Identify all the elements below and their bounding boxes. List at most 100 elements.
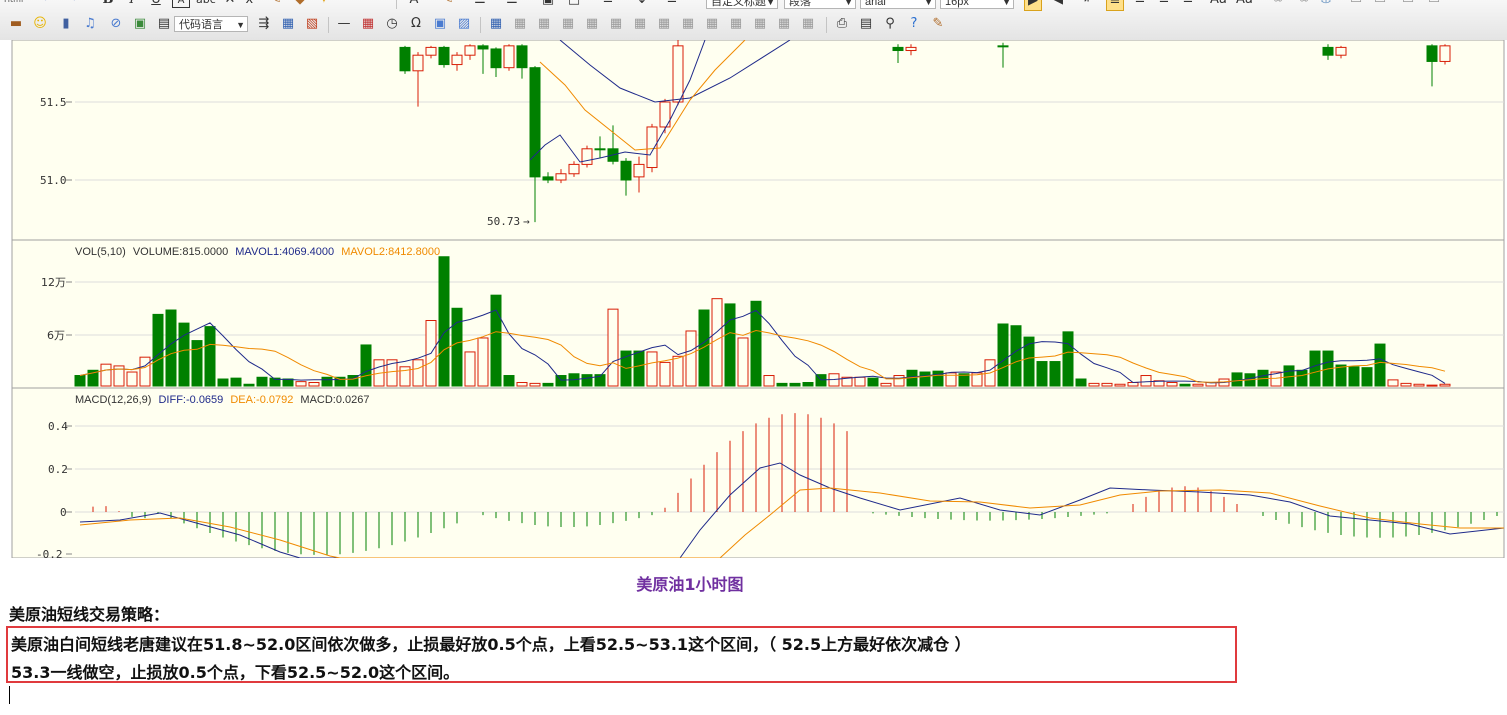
wordimage-icon[interactable]: ▧	[304, 15, 320, 33]
stock-chart: 51.5 51.0 50.73 → VOL(5,10) VOLUME:815.0…	[0, 40, 1507, 558]
candle-body	[568, 163, 580, 175]
split-to-rows-icon[interactable]: ▦	[752, 15, 768, 33]
split-to-cells-icon[interactable]: ▦	[728, 15, 744, 33]
horizontal-rule-icon[interactable]: —	[336, 15, 352, 33]
source-icon[interactable]: Html	[4, 0, 23, 9]
image-icon[interactable]: ▬	[8, 15, 24, 33]
volume-bar	[789, 382, 801, 387]
justify-icon[interactable]: ≡	[1180, 0, 1196, 9]
chevron-down-icon: ▼	[844, 0, 853, 7]
image-float-none-icon[interactable]: ▭	[1348, 0, 1364, 9]
merge-down-icon[interactable]: ▦	[704, 15, 720, 33]
unlink-icon[interactable]: ∞	[1296, 0, 1312, 9]
redo-icon[interactable]: ↷	[64, 0, 80, 9]
auto-format-icon[interactable]: ◆	[292, 0, 308, 9]
merge-cells-icon[interactable]: ▦	[656, 15, 672, 33]
volume-bar	[1231, 372, 1243, 387]
macd-tick-label: 0.4	[48, 420, 68, 433]
special-char-icon[interactable]: Ω	[408, 15, 424, 33]
search-replace-icon[interactable]: ⚲	[882, 15, 898, 33]
delete-table-icon[interactable]: ▦	[512, 15, 528, 33]
insert-col-icon[interactable]: ▦	[608, 15, 624, 33]
paragraph-format-select[interactable]: 自定义标题 ▼	[706, 0, 778, 9]
macd-value: MACD:0.0267	[300, 394, 369, 406]
music-icon[interactable]: ♫	[82, 15, 98, 33]
volume-bar	[1192, 383, 1204, 387]
italic-icon[interactable]: I	[124, 0, 140, 9]
volume-bar	[204, 326, 216, 387]
volume-bar	[932, 370, 944, 387]
scrawl-icon[interactable]: ▨	[456, 15, 472, 33]
price-tick-label: 51.5	[40, 96, 67, 109]
split-to-cols-icon[interactable]: ▦	[776, 15, 792, 33]
toolbar-row-1: Html ↶ ↷ B I U A abc ✕ x² ✎ ◆ ✦ ❝ A ✎ ☰ …	[0, 0, 1507, 11]
video-icon[interactable]: ▮	[58, 15, 74, 33]
direction-rtl-icon[interactable]: ◀	[1050, 0, 1066, 9]
help-icon[interactable]: ?	[906, 15, 922, 33]
row-spacing-bottom-icon[interactable]: ≡	[664, 0, 680, 9]
to-uppercase-icon[interactable]: Aa	[1210, 0, 1227, 9]
volume-bar	[1374, 343, 1386, 387]
align-right-icon[interactable]: ≡	[1156, 0, 1172, 9]
merge-right-icon[interactable]: ▦	[680, 15, 696, 33]
eraser-icon[interactable]: ✕	[222, 0, 238, 9]
insert-code-icon[interactable]: ▤	[156, 15, 172, 33]
emotion-icon[interactable]: ☺	[32, 15, 48, 33]
link-icon[interactable]: ∞	[1270, 0, 1286, 9]
undo-icon[interactable]: ↶	[40, 0, 56, 9]
print-icon[interactable]: ⎙	[834, 15, 850, 33]
select-all-icon[interactable]: ▣	[540, 0, 556, 9]
to-lowercase-icon[interactable]: Aa	[1236, 0, 1253, 9]
image-center-icon[interactable]: ▭	[1426, 0, 1442, 9]
candle-body	[620, 160, 632, 181]
underline-icon[interactable]: U	[148, 0, 164, 9]
paragraph-select[interactable]: 段落 ▼	[784, 0, 856, 9]
blockquote-icon[interactable]: ❝	[348, 0, 364, 9]
image-left-icon[interactable]: ▭	[1372, 0, 1388, 9]
format-brush-icon[interactable]: ✎	[268, 0, 284, 9]
line-height-icon[interactable]: ≡	[600, 0, 616, 9]
delete-col-icon[interactable]: ▦	[632, 15, 648, 33]
strategy-heading: 美原油短线交易策略：	[9, 605, 170, 624]
font-color-icon[interactable]: A	[406, 0, 422, 9]
map-icon[interactable]: ▣	[132, 15, 148, 33]
align-left-icon[interactable]: ≡	[1106, 0, 1124, 11]
delete-row-icon[interactable]: ▦	[584, 15, 600, 33]
attachment-icon[interactable]: ⊘	[108, 15, 124, 33]
indent-icon[interactable]: ⇥	[1076, 0, 1092, 9]
superscript-icon[interactable]: x²	[244, 0, 260, 9]
insert-paragraph-before-table-icon[interactable]: ▦	[536, 15, 552, 33]
volume-bar	[555, 375, 567, 387]
row-spacing-top-icon[interactable]: ↓	[634, 0, 650, 9]
template-icon[interactable]: ✎	[930, 15, 946, 33]
image-right-icon[interactable]: ▭	[1400, 0, 1416, 9]
date-icon[interactable]: ▦	[360, 15, 376, 33]
highlight-icon[interactable]: ✎	[440, 0, 456, 9]
strikethrough-icon[interactable]: abc	[196, 0, 216, 9]
insert-row-icon[interactable]: ▦	[560, 15, 576, 33]
chart-icon[interactable]: ▦	[800, 15, 816, 33]
unordered-list-icon[interactable]: ☰	[504, 0, 520, 9]
anchor-icon[interactable]: ⚓	[1318, 0, 1334, 9]
volume-bar	[165, 309, 177, 387]
align-center-icon[interactable]: ≡	[1132, 0, 1148, 9]
code-language-select[interactable]: 代码语言 ▼	[174, 16, 248, 32]
volume-value: VOLUME:815.0000	[133, 246, 228, 258]
clear-doc-icon[interactable]: □	[566, 0, 582, 9]
snapscreen-icon[interactable]: ▣	[432, 15, 448, 33]
font-family-select[interactable]: arial ▼	[860, 0, 936, 9]
candle-body	[555, 173, 567, 181]
table-icon[interactable]: ▦	[488, 15, 504, 33]
preview-icon[interactable]: ▤	[858, 15, 874, 33]
font-size-select[interactable]: 16px ▼	[940, 0, 1014, 9]
pagebreak-icon[interactable]: ▦	[280, 15, 296, 33]
paste-icon[interactable]: ✦	[316, 0, 332, 9]
page-break-icon[interactable]: ⇶	[256, 15, 272, 33]
font-border-icon[interactable]: A	[172, 0, 190, 8]
chart-caption: 美原油1小时图	[636, 575, 744, 594]
bold-icon[interactable]: B	[100, 0, 116, 9]
time-icon[interactable]: ◷	[384, 15, 400, 33]
direction-ltr-icon[interactable]: ▶	[1024, 0, 1042, 11]
ordered-list-icon[interactable]: ☰	[472, 0, 488, 9]
volume-bar	[997, 323, 1009, 387]
